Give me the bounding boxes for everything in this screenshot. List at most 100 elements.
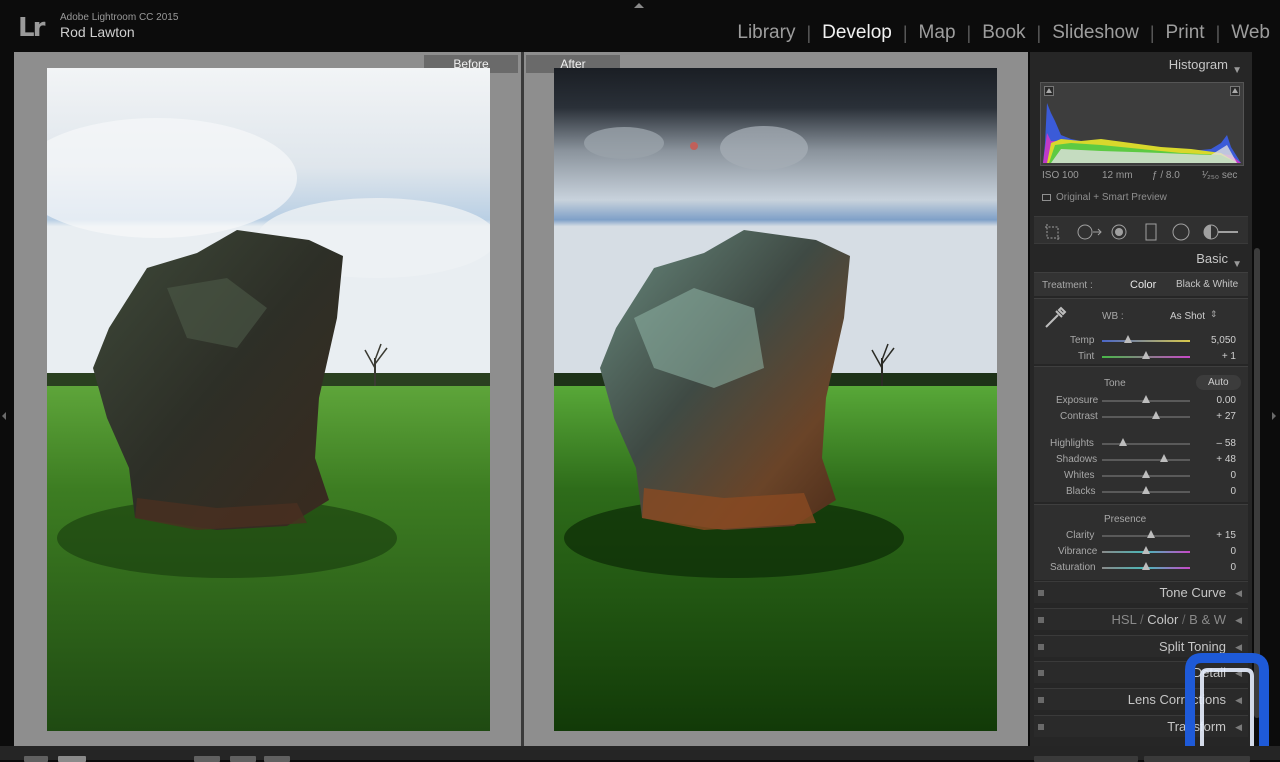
basic-title: Basic [1196,251,1228,266]
blacks-value[interactable]: 0 [1230,486,1236,497]
treatment-bw-button[interactable]: Black & White [1176,279,1238,290]
temp-slider-knob[interactable] [1124,335,1133,343]
module-slideshow[interactable]: Slideshow [1041,22,1150,44]
module-web[interactable]: Web [1220,22,1270,44]
radial-filter-icon[interactable] [1172,223,1190,241]
clarity-slider-knob[interactable] [1147,530,1156,538]
graduated-filter-icon[interactable] [1142,223,1160,241]
contrast-value[interactable]: + 27 [1216,411,1236,422]
wb-eyedropper-icon[interactable] [1042,305,1068,331]
vibrance-label: Vibrance [1058,546,1098,557]
compare-view: Before After [14,52,1028,746]
after-photo[interactable] [554,68,997,731]
module-map[interactable]: Map [908,22,967,44]
collapse-right-panel-icon[interactable] [1272,412,1276,420]
loupe-view-button[interactable] [24,756,48,762]
blacks-slider-knob[interactable] [1142,486,1150,494]
color-tab[interactable]: Color [1147,612,1178,627]
expand-left-panel-icon[interactable] [2,412,6,420]
clarity-slider[interactable] [1102,530,1190,538]
whites-slider-knob[interactable] [1142,470,1150,478]
highlights-label: Highlights [1050,438,1094,449]
module-develop[interactable]: Develop [811,22,903,44]
blacks-slider[interactable] [1102,486,1190,494]
crop-overlay-icon[interactable] [1044,223,1062,241]
exposure-label: Exposure [1056,395,1099,406]
bottom-toolbar [0,746,1280,762]
copy-after-to-before-button[interactable] [264,756,290,762]
highlights-slider-knob[interactable] [1119,438,1128,446]
exif-shutter: ¹⁄₂₅₀ sec [1202,170,1238,181]
presence-section: Presence Clarity + 15 Vibrance 0 Saturat… [1034,504,1248,580]
contrast-label: Contrast [1060,411,1098,422]
collapse-triangle-icon: ▼ [1232,65,1242,76]
panel-switch-icon[interactable] [1038,697,1044,703]
reset-button[interactable] [1144,756,1250,762]
shadows-slider[interactable] [1102,454,1190,462]
contrast-slider-knob[interactable] [1151,411,1160,419]
tint-slider[interactable] [1102,351,1190,359]
module-picker: Library | Develop | Map | Book | Slideshow | … [726,22,1270,44]
right-panel: Histogram ▼ ISO 100 12 mm ƒ / 8.0 ¹⁄₂₅₀ … [1030,52,1252,746]
vibrance-slider[interactable] [1102,546,1190,554]
contrast-slider[interactable] [1102,411,1190,419]
whites-label: Whites [1064,470,1095,481]
preview-icon [1042,194,1051,201]
before-photo[interactable] [47,68,490,731]
highlights-value[interactable]: – 58 [1217,438,1236,449]
tone-label: Tone [1104,378,1126,389]
shadows-value[interactable]: + 48 [1216,454,1236,465]
bw-tab[interactable]: B & W [1189,612,1226,627]
copy-before-after-button[interactable] [194,756,220,762]
panel-switch-icon[interactable] [1038,724,1044,730]
basic-header[interactable]: Basic ▼ [1034,248,1248,270]
panel-switch-icon[interactable] [1038,617,1044,623]
saturation-label: Saturation [1050,562,1096,573]
exposure-value[interactable]: 0.00 [1217,395,1236,406]
panel-switch-icon[interactable] [1038,590,1044,596]
exposure-slider[interactable] [1102,395,1190,403]
panel-switch-icon[interactable] [1038,644,1044,650]
adjustment-brush-icon[interactable] [1202,223,1240,241]
treatment-color-button[interactable]: Color [1130,279,1156,291]
shadows-label: Shadows [1056,454,1098,465]
compare-divider [521,52,524,746]
module-print[interactable]: Print [1155,22,1216,44]
hsl-tab[interactable]: HSL [1112,612,1137,627]
saturation-slider-knob[interactable] [1142,562,1150,570]
saturation-value[interactable]: 0 [1230,562,1236,573]
swap-before-after-button[interactable] [230,756,256,762]
red-eye-icon[interactable] [1110,223,1128,241]
temp-value[interactable]: 5,050 [1211,335,1236,346]
tint-slider-knob[interactable] [1142,351,1150,359]
collapse-top-panel-icon[interactable] [634,3,644,8]
whites-value[interactable]: 0 [1230,470,1236,481]
temp-slider[interactable] [1102,335,1190,343]
presence-label: Presence [1104,514,1147,525]
module-book[interactable]: Book [971,22,1036,44]
histogram-header[interactable]: Histogram ▼ [1034,54,1248,76]
module-library[interactable]: Library [726,22,806,44]
after-image [554,68,997,731]
watermark-logo [1185,653,1269,750]
vibrance-slider-knob[interactable] [1142,546,1150,554]
tone-curve-panel[interactable]: Tone Curve ◀ [1034,581,1248,603]
spot-removal-icon[interactable] [1076,223,1102,241]
hsl-panel[interactable]: HSL / Color / B & W ◀ [1034,608,1248,630]
white-balance-section: WB : As Shot ⇕ Temp 5,050 Tint + 1 [1034,298,1248,364]
highlights-slider[interactable] [1102,438,1190,446]
before-after-view-button[interactable] [58,756,86,762]
clarity-value[interactable]: + 15 [1216,530,1236,541]
saturation-slider[interactable] [1102,562,1190,570]
previous-button[interactable] [1034,756,1138,762]
panel-scrollbar[interactable] [1254,248,1260,718]
vibrance-value[interactable]: 0 [1230,546,1236,557]
top-bar: Lr Adobe Lightroom CC 2015 Rod Lawton Li… [0,0,1280,52]
whites-slider[interactable] [1102,470,1190,478]
panel-switch-icon[interactable] [1038,670,1044,676]
auto-tone-button[interactable]: Auto [1196,375,1241,390]
wb-select[interactable]: As Shot [1170,311,1205,322]
exposure-slider-knob[interactable] [1142,395,1150,403]
shadows-slider-knob[interactable] [1159,454,1168,462]
tint-value[interactable]: + 1 [1222,351,1236,362]
